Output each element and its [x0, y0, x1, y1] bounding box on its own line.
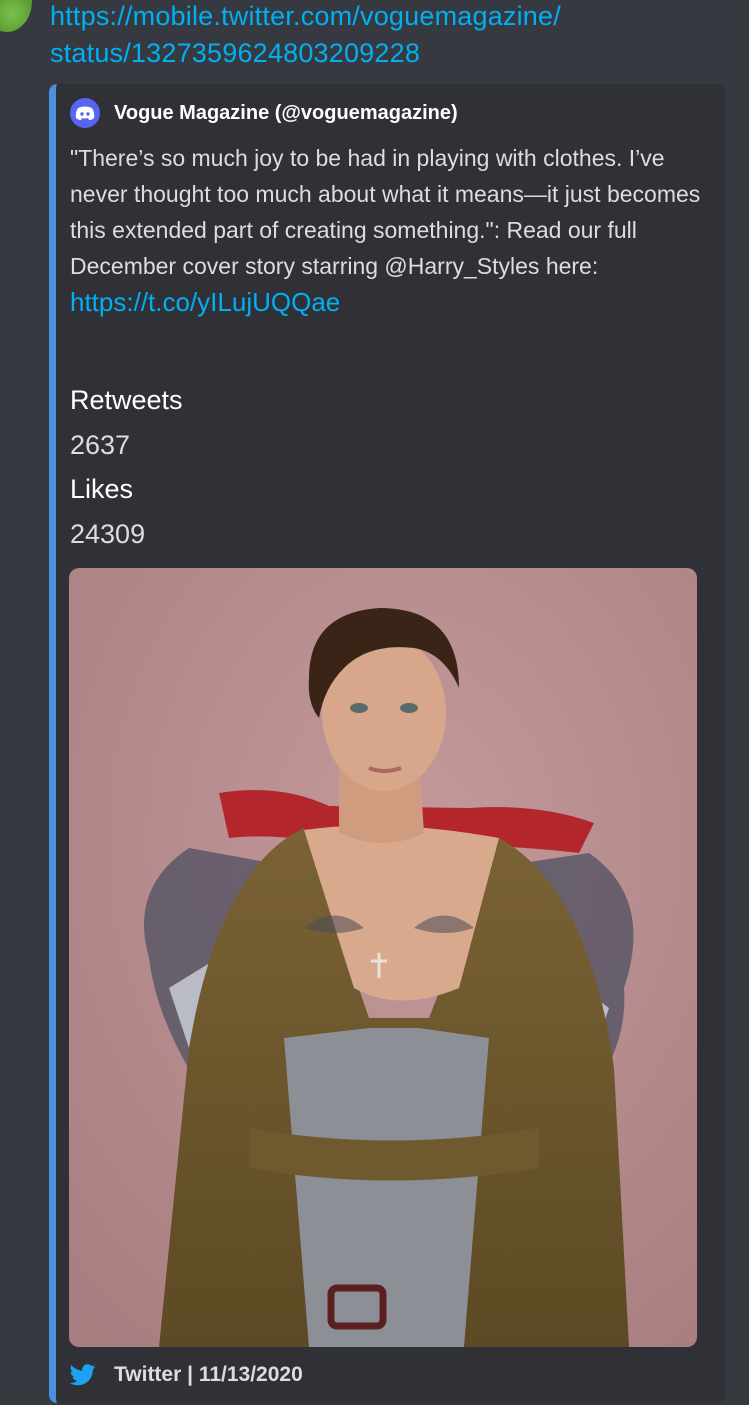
embed-author: Vogue Magazine (@voguemagazine) [70, 98, 458, 128]
avatar[interactable] [0, 0, 32, 32]
discord-icon [70, 98, 100, 128]
message-link[interactable]: https://mobile.twitter.com/voguemagazine… [50, 0, 730, 72]
field-retweets-value: 2637 [70, 430, 131, 460]
message-link-line-2[interactable]: status/1327359624803209228 [50, 35, 730, 72]
field-retweets-name: Retweets [70, 385, 183, 415]
link-embed: Vogue Magazine (@voguemagazine) "There’s… [49, 84, 725, 1403]
embed-footer: Twitter | 11/13/2020 [70, 1360, 303, 1390]
embed-description-link[interactable]: https://t.co/yILujUQQae [70, 287, 340, 317]
message-link-line-1[interactable]: https://mobile.twitter.com/voguemagazine… [50, 0, 730, 35]
embed-author-name[interactable]: Vogue Magazine (@voguemagazine) [114, 102, 458, 125]
field-likes-name: Likes [70, 474, 134, 504]
embed-description-text: "There’s so much joy to be had in playin… [70, 145, 701, 279]
embed-footer-text: Twitter | 11/13/2020 [114, 1363, 303, 1386]
embed-description: "There’s so much joy to be had in playin… [70, 140, 710, 321]
portrait-photo [69, 568, 697, 1347]
embed-image[interactable] [69, 568, 697, 1347]
discord-chat-view: https://mobile.twitter.com/voguemagazine… [0, 0, 749, 1405]
twitter-bird-icon [70, 1364, 96, 1386]
field-likes-value: 24309 [70, 519, 146, 549]
